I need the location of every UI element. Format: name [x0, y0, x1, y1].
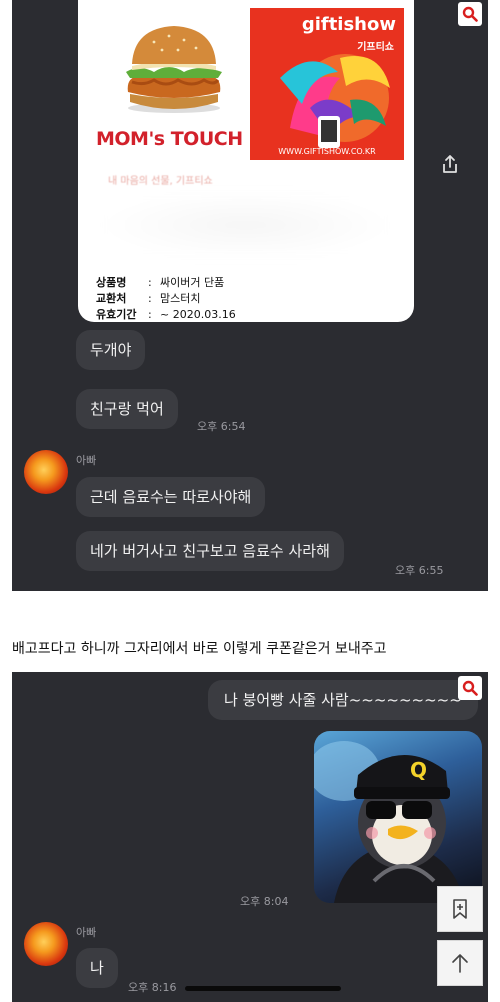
- message-bubble[interactable]: 친구랑 먹어: [76, 389, 178, 429]
- message-bubble[interactable]: 네가 버거사고 친구보고 음료수 사라해: [76, 531, 344, 571]
- caption-text: 배고프다고 하니까 그자리에서 바로 이렇게 쿠폰같은거 보내주고: [12, 641, 387, 657]
- message-time: 오후 6:54: [197, 420, 246, 433]
- field-value: ~ 2020.03.16: [160, 308, 236, 321]
- message-time: 오후 8:16: [128, 981, 177, 994]
- svg-text:Q: Q: [410, 758, 427, 782]
- home-indicator: [185, 986, 341, 991]
- sender-name: 아빠: [76, 926, 97, 939]
- blurred-message: 내 마음의 선물, 기프티쇼: [108, 176, 213, 187]
- blurred-area: [98, 190, 394, 260]
- arrow-up-icon: [452, 954, 468, 973]
- coupon-field-product: 상품명: 싸이버거 단품: [96, 276, 225, 289]
- avatar[interactable]: [24, 450, 68, 494]
- search-button[interactable]: [458, 2, 482, 26]
- message-bubble[interactable]: 두개야: [76, 330, 146, 370]
- chat-screenshot-2: 나 붕어빵 사줄 사람~~~~~~~~~ Q 오후 8:04 아빠 나 오후 8…: [12, 672, 488, 1002]
- gift-coupon-card[interactable]: MOM's TOUCH giftishow 기프티쇼 WWW.GIFTISHOW…: [78, 0, 414, 322]
- penguin-character-image: Q: [314, 741, 464, 903]
- sender-name: 아빠: [76, 454, 97, 467]
- search-icon: [462, 6, 478, 22]
- field-label: 유효기간: [96, 308, 137, 321]
- avatar[interactable]: [24, 922, 68, 966]
- chat-screenshot-1: MOM's TOUCH giftishow 기프티쇼 WWW.GIFTISHOW…: [12, 0, 488, 591]
- share-icon[interactable]: [439, 153, 461, 175]
- search-icon: [462, 680, 478, 696]
- search-button[interactable]: [458, 676, 482, 700]
- moms-touch-logo: MOM's TOUCH: [96, 128, 243, 150]
- coupon-field-expiry: 유효기간: ~ 2020.03.16: [96, 308, 236, 321]
- penguin-photo[interactable]: Q: [314, 731, 482, 903]
- my-message-bubble[interactable]: 나 붕어빵 사줄 사람~~~~~~~~~: [208, 680, 478, 720]
- message-bubble[interactable]: 근데 음료수는 따로사야해: [76, 477, 266, 517]
- field-value: 싸이버거 단품: [160, 276, 225, 289]
- giftishow-banner: giftishow 기프티쇼 WWW.GIFTISHOW.CO.KR: [250, 8, 404, 160]
- message-bubble[interactable]: 나: [76, 948, 118, 988]
- message-time: 오후 8:04: [240, 895, 289, 908]
- giftishow-subtitle: 기프티쇼: [357, 42, 394, 53]
- giftishow-url: WWW.GIFTISHOW.CO.KR: [278, 147, 376, 156]
- giftishow-title: giftishow: [301, 14, 396, 35]
- coupon-field-store: 교환처: 맘스터치: [96, 292, 201, 305]
- message-time: 오후 6:55: [395, 564, 444, 577]
- field-label: 상품명: [96, 276, 127, 289]
- bookmark-button[interactable]: [437, 886, 483, 932]
- burger-image: [126, 26, 222, 113]
- bookmark-icon: [453, 899, 467, 919]
- field-label: 교환처: [96, 292, 127, 305]
- scroll-top-button[interactable]: [437, 940, 483, 986]
- field-value: 맘스터치: [160, 292, 201, 305]
